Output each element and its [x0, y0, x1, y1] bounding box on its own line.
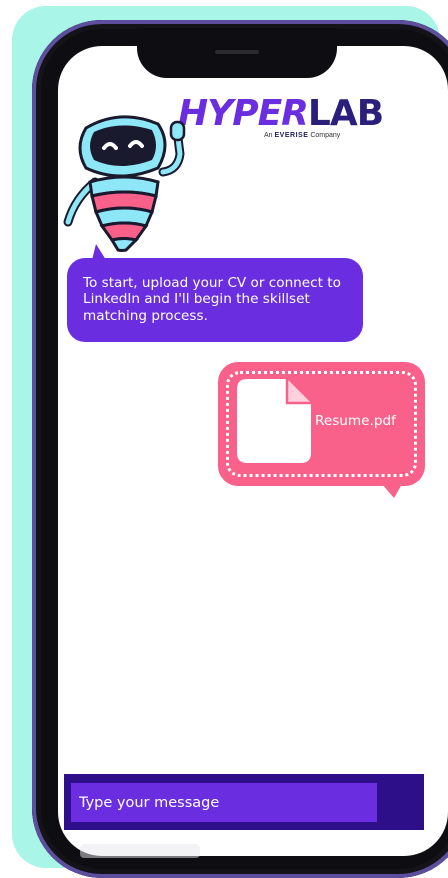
- tagline-prefix: An: [264, 132, 273, 139]
- robot-mascot-icon: [63, 115, 186, 252]
- logo-tagline: An EVERISE Company: [264, 132, 340, 139]
- tagline-suffix: Company: [310, 132, 341, 139]
- speaker-grille: [215, 50, 259, 54]
- tagline-company: EVERISE: [274, 132, 309, 139]
- bot-message-bubble: To start, upload your CV or connect to L…: [67, 258, 363, 342]
- home-indicator: [80, 844, 200, 858]
- user-bubble-tail: [382, 484, 402, 498]
- message-input[interactable]: [71, 783, 377, 822]
- document-icon[interactable]: [235, 375, 315, 467]
- send-button[interactable]: [380, 783, 420, 822]
- logo-lab-text: LAB: [307, 93, 384, 134]
- attachment-filename[interactable]: Resume.pdf: [315, 413, 396, 429]
